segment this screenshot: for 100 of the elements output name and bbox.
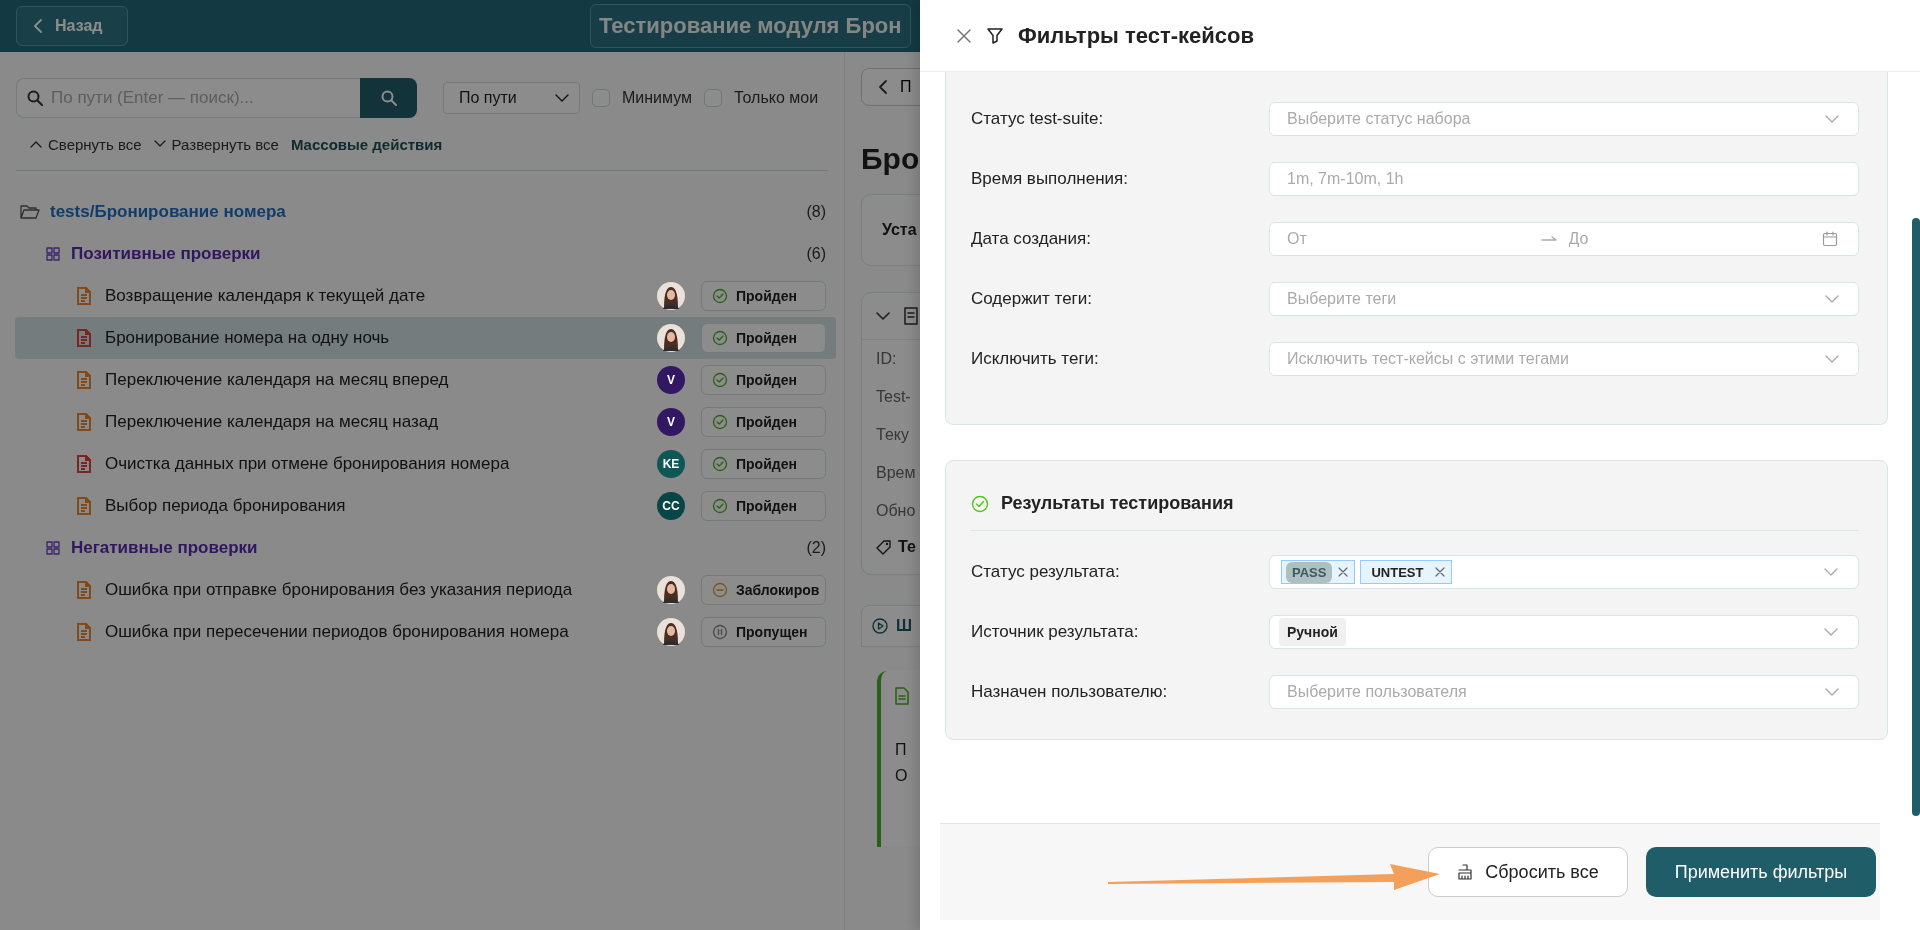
- tree-action-link[interactable]: Массовые действия: [290, 135, 443, 153]
- back-button[interactable]: Назад: [16, 6, 128, 46]
- status-badge: Заблокиров: [701, 575, 826, 605]
- chevron-down-icon: [876, 311, 890, 321]
- apply-button[interactable]: Применить фильтры: [1646, 847, 1876, 897]
- checkbox[interactable]: [704, 89, 723, 107]
- test-case-title: Возвращение календаря к текущей дате: [105, 286, 426, 306]
- select-field[interactable]: Выберите теги: [1269, 282, 1859, 316]
- chevron-up-icon: [30, 140, 42, 148]
- test-case-row[interactable]: Ошибка при отправке бронирования без указания периода Заблокиров: [15, 569, 836, 611]
- test-case-row[interactable]: Ошибка при пересечении периодов бронирования номера Пропущен: [15, 611, 836, 653]
- section-label: Те: [898, 538, 916, 556]
- checkbox-label: Минимум: [622, 89, 693, 107]
- status-badge: Пройден: [701, 491, 826, 521]
- item-count: (2): [806, 539, 826, 557]
- tag-icon: [876, 539, 892, 555]
- start-date-input[interactable]: От: [1287, 230, 1529, 248]
- avatar: [657, 282, 685, 310]
- test-case-row[interactable]: Очистка данных при отмене бронирования номера KE Пройден: [15, 443, 836, 485]
- text-field[interactable]: 1m, 7m-10m, 1h: [1269, 162, 1859, 196]
- select-field[interactable]: Исключить тест-кейсы с этими тегами: [1269, 342, 1859, 376]
- field-label: Test-: [875, 387, 911, 407]
- remove-icon[interactable]: [1338, 567, 1349, 577]
- field-label: Теку: [875, 425, 909, 445]
- test-case-title: Ошибка при пересечении периодов бронирования номера: [105, 622, 569, 642]
- field-label: ID:: [875, 349, 897, 369]
- field-label: Время выполнения:: [971, 169, 1129, 189]
- test-case-row[interactable]: Переключение календаря на месяц назад V Пройден: [15, 401, 836, 443]
- avatar: [657, 324, 685, 352]
- checkbox[interactable]: [592, 89, 610, 107]
- folder-icon: [20, 204, 40, 220]
- group-label[interactable]: Негативные проверки: [71, 538, 258, 558]
- drawer-title: Фильтры тест-кейсов: [1018, 22, 1254, 49]
- tree-action-link[interactable]: Развернуть все: [153, 135, 279, 153]
- test-case-row[interactable]: Переключение календаря на месяц вперед V Пройден: [15, 359, 836, 401]
- chevron-down-icon: [555, 93, 569, 103]
- item-count: (8): [806, 203, 826, 221]
- close-icon[interactable]: [956, 27, 972, 44]
- grid-icon: [46, 541, 60, 555]
- item-count: (6): [806, 245, 826, 263]
- document-icon: [904, 307, 918, 325]
- chevron-down-icon: [1825, 354, 1839, 364]
- chevron-down-icon: [1824, 627, 1838, 637]
- select-field[interactable]: Выберите пользователя: [1269, 675, 1859, 709]
- status-badge: Пропущен: [701, 617, 826, 647]
- test-case-title: Выбор периода бронирования: [105, 496, 346, 516]
- field-label: Назначен пользователю:: [971, 682, 1169, 702]
- test-case-title: Переключение календаря на месяц вперед: [105, 370, 449, 390]
- back-button[interactable]: П: [861, 68, 920, 106]
- avatar: V: [657, 366, 685, 394]
- test-case-title: Бронирование номера на одну ночь: [105, 328, 390, 348]
- field-label: Обно: [875, 501, 916, 521]
- step-text: П: [895, 741, 907, 759]
- status-badge: Пройден: [701, 365, 826, 395]
- avatar: CC: [657, 492, 685, 520]
- search-button[interactable]: [360, 78, 417, 118]
- field-label: Исключить теги:: [971, 349, 1100, 369]
- remove-icon[interactable]: [1435, 567, 1446, 577]
- select-field[interactable]: Ручной: [1269, 615, 1859, 649]
- field-label: Статус результата:: [971, 562, 1121, 582]
- field-label: Источник результата:: [971, 622, 1140, 642]
- chevron-down-icon: [153, 140, 166, 148]
- step-text: О: [895, 767, 908, 785]
- play-circle-icon: [872, 618, 888, 634]
- select-field[interactable]: Выберите статус набора: [1269, 102, 1859, 136]
- group-label[interactable]: Позитивные проверки: [71, 244, 261, 264]
- field-label: Содержит теги:: [971, 289, 1094, 309]
- status-badge: Пройден: [701, 281, 826, 311]
- page-title: Тестирование модуля Брон: [590, 4, 911, 48]
- chevron-down-icon: [1824, 567, 1838, 577]
- scrollbar-thumb[interactable]: [1912, 218, 1920, 816]
- folder-label[interactable]: tests/Бронирование номера: [50, 202, 286, 222]
- multi-select-field[interactable]: PASS UNTEST: [1269, 555, 1859, 589]
- back-icon: [33, 18, 43, 34]
- card-label: Уста: [882, 221, 917, 239]
- tab[interactable]: Ш: [861, 605, 920, 647]
- path-select[interactable]: По пути: [443, 82, 580, 114]
- page-heading: Бро: [861, 142, 920, 176]
- reset-button[interactable]: Сбросить все: [1428, 847, 1628, 897]
- back-icon: [878, 79, 888, 95]
- broom-icon: [1457, 864, 1474, 880]
- tree-action-link[interactable]: Свернуть все: [30, 135, 142, 153]
- check-circle-icon: [971, 494, 989, 513]
- tag-chip: UNTEST: [1360, 560, 1453, 584]
- end-date-input[interactable]: До: [1568, 230, 1810, 248]
- test-case-row[interactable]: Выбор периода бронирования CC Пройден: [15, 485, 836, 527]
- field-label: Дата создания:: [971, 229, 1092, 249]
- test-case-row[interactable]: Бронирование номера на одну ночь Пройден: [15, 317, 836, 359]
- field-label: Врем: [875, 463, 916, 483]
- avatar: KE: [657, 450, 685, 478]
- field-label: Статус test-suite:: [971, 109, 1105, 129]
- tag-chip: PASS: [1281, 560, 1356, 584]
- avatar: [657, 618, 685, 646]
- status-badge: Пройден: [701, 323, 826, 353]
- test-case-row[interactable]: Возвращение календаря к текущей дате Пройден: [15, 275, 836, 317]
- calendar-icon: [1822, 231, 1838, 247]
- chevron-down-icon: [1825, 114, 1839, 124]
- chevron-down-icon: [1825, 687, 1839, 697]
- date-range-field[interactable]: От До: [1269, 222, 1859, 256]
- chevron-down-icon: [1825, 294, 1839, 304]
